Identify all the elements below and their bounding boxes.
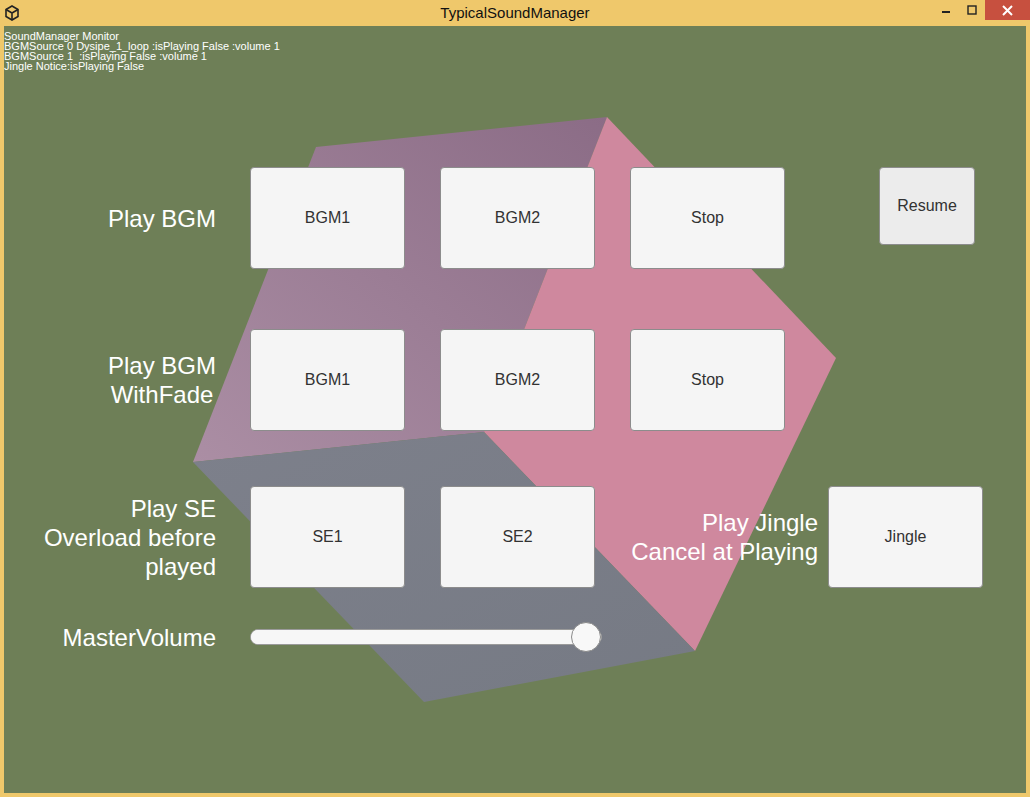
row-label: Play SEOverload beforeplayed xyxy=(44,494,216,581)
unity-icon xyxy=(4,5,20,21)
jingle-button[interactable]: Jingle xyxy=(828,486,983,588)
volume-slider[interactable] xyxy=(250,629,602,645)
label-line: Play BGM xyxy=(108,351,216,380)
monitor-line: Jingle Notice:isPlaying False xyxy=(4,61,280,71)
volume-handle[interactable] xyxy=(571,622,601,652)
monitor-line: BGMSource 0 Dysipe_1_loop :isPlaying Fal… xyxy=(4,41,280,51)
sound-button[interactable]: SE2 xyxy=(440,486,595,588)
maximize-button[interactable] xyxy=(959,0,985,20)
label-box: Play BGMWithFade xyxy=(4,351,222,409)
game-window: TypicalSoundManager xyxy=(0,0,1030,797)
maximize-icon xyxy=(967,5,977,15)
volume-fill xyxy=(251,630,601,644)
close-button[interactable] xyxy=(985,0,1030,20)
window-title: TypicalSoundManager xyxy=(97,0,933,26)
minimize-icon xyxy=(941,5,951,15)
sound-button[interactable]: BGM2 xyxy=(440,167,595,269)
sound-button[interactable]: Stop xyxy=(630,329,785,431)
monitor-line: SoundManager Monitor xyxy=(4,31,280,41)
control-row: Play BGM BGM1 BGM2 Stop Resume xyxy=(4,167,1026,269)
resume-button[interactable]: Resume xyxy=(879,167,975,245)
row-label: Play JingleCancel at Playing xyxy=(631,508,818,566)
row-label: Play BGM xyxy=(108,204,216,233)
game-view: SoundManager MonitorBGMSource 0 Dysipe_1… xyxy=(4,26,1026,793)
control-panel: Play BGMBGM1BGM2StopResumePlay BGMWithFa… xyxy=(4,26,1026,655)
label-line: Cancel at Playing xyxy=(631,537,818,566)
label-line: Play BGM xyxy=(108,204,216,233)
label-line: played xyxy=(44,552,216,581)
monitor-line: BGMSource 1 :isPlaying False :volume 1 xyxy=(4,51,280,61)
label-line: Overload before xyxy=(44,523,216,552)
label-box: Play SEOverload beforeplayed xyxy=(4,494,222,581)
sound-button[interactable]: SE1 xyxy=(250,486,405,588)
master-volume-label: MasterVolume xyxy=(63,623,216,652)
sound-button[interactable]: BGM1 xyxy=(250,167,405,269)
sound-button[interactable]: Stop xyxy=(630,167,785,269)
control-row: Play BGMWithFade BGM1 BGM2 Stop xyxy=(4,329,1026,431)
label-box: Play BGM xyxy=(4,204,222,233)
master-volume-row: MasterVolume xyxy=(4,619,1026,655)
sound-button[interactable]: BGM1 xyxy=(250,329,405,431)
title-bar: TypicalSoundManager xyxy=(0,0,1030,26)
minimize-button[interactable] xyxy=(933,0,959,20)
control-row: Play SEOverload beforeplayed SE1 SE2 Play J… xyxy=(4,486,1026,588)
label-line: Play SE xyxy=(44,494,216,523)
close-icon xyxy=(1002,5,1013,16)
sound-button[interactable]: BGM2 xyxy=(440,329,595,431)
sound-monitor: SoundManager MonitorBGMSource 0 Dysipe_1… xyxy=(4,31,280,71)
jingle-group: Play JingleCancel at PlayingJingle xyxy=(631,486,1026,588)
label-box: MasterVolume xyxy=(4,623,222,652)
label-line: WithFade xyxy=(108,380,216,409)
label-line: Play Jingle xyxy=(631,508,818,537)
row-label: Play BGMWithFade xyxy=(108,351,216,409)
